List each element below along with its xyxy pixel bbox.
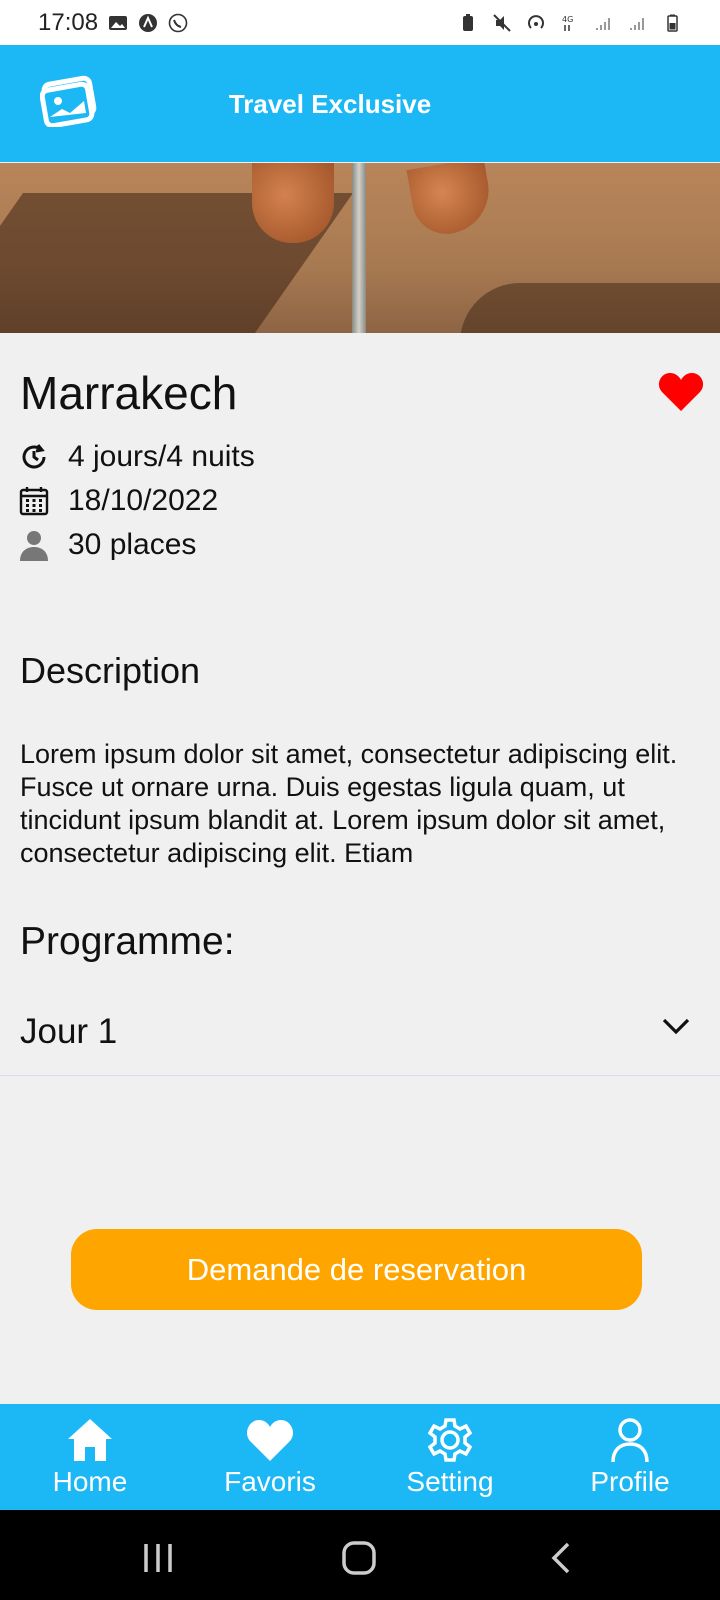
hotspot-icon [528, 14, 544, 29]
date-text: 18/10/2022 [68, 484, 219, 517]
calendar-icon [19, 487, 49, 516]
nav-item-favoris[interactable]: Favoris [180, 1404, 360, 1510]
user-icon [611, 1418, 649, 1463]
programme-heading: Programme: [20, 920, 235, 963]
places-text: 30 places [68, 528, 197, 561]
description-text: Lorem ipsum dolor sit amet, consectetur … [20, 739, 678, 868]
status-time: 17:08 [38, 8, 99, 36]
home-button-icon[interactable] [340, 1540, 380, 1576]
trip-title: Marrakech [20, 367, 238, 419]
mute-icon [493, 13, 511, 32]
battery-saver-icon [463, 13, 473, 31]
app-title: Travel Exclusive [228, 89, 432, 119]
app-bar: Travel Exclusive [0, 45, 720, 162]
gallery-notification-icon [109, 15, 128, 30]
duration-row: 4 jours/4 nuits [18, 440, 255, 474]
day-label: Jour 1 [20, 1012, 118, 1051]
battery-icon [667, 14, 678, 32]
person-icon [20, 531, 48, 561]
heart-icon [246, 1420, 294, 1461]
places-row: 30 places [18, 528, 196, 562]
history-clock-icon [22, 444, 46, 469]
hero-image [0, 163, 720, 333]
signal-2-icon [630, 17, 644, 30]
description-heading: Description [20, 650, 201, 691]
home-icon [68, 1419, 112, 1461]
call-notification-icon [168, 13, 188, 32]
recent-apps-icon[interactable] [140, 1540, 180, 1576]
nav-label-profile: Profile [590, 1466, 670, 1497]
nav-item-home[interactable]: Home [0, 1404, 180, 1510]
nav-label-favoris: Favoris [224, 1466, 316, 1497]
gear-icon [427, 1418, 473, 1462]
status-bar: 17:08 4G [0, 0, 720, 45]
system-nav-bar [0, 1510, 720, 1600]
nav-item-profile[interactable]: Profile [540, 1404, 720, 1510]
app-notification-icon [139, 13, 158, 32]
bottom-nav: Home Favoris Setting Profile [0, 1404, 720, 1510]
duration-text: 4 jours/4 nuits [68, 440, 255, 473]
date-row: 18/10/2022 [18, 484, 218, 518]
programme-day-accordion[interactable]: Jour 1 [0, 990, 720, 1076]
network-4g-icon: 4G [562, 15, 573, 31]
status-right: 4G [458, 13, 682, 33]
nav-label-setting: Setting [406, 1466, 494, 1497]
reservation-request-button[interactable]: Demande de reservation [71, 1229, 642, 1310]
favorite-heart-icon[interactable] [658, 372, 704, 412]
nav-item-setting[interactable]: Setting [360, 1404, 540, 1510]
back-icon[interactable] [544, 1540, 584, 1576]
nav-label-home: Home [52, 1466, 128, 1497]
svg-text:4G: 4G [562, 15, 573, 24]
status-left: 17:08 [38, 9, 188, 37]
chevron-down-icon[interactable] [660, 1010, 692, 1042]
signal-1-icon [596, 17, 610, 30]
